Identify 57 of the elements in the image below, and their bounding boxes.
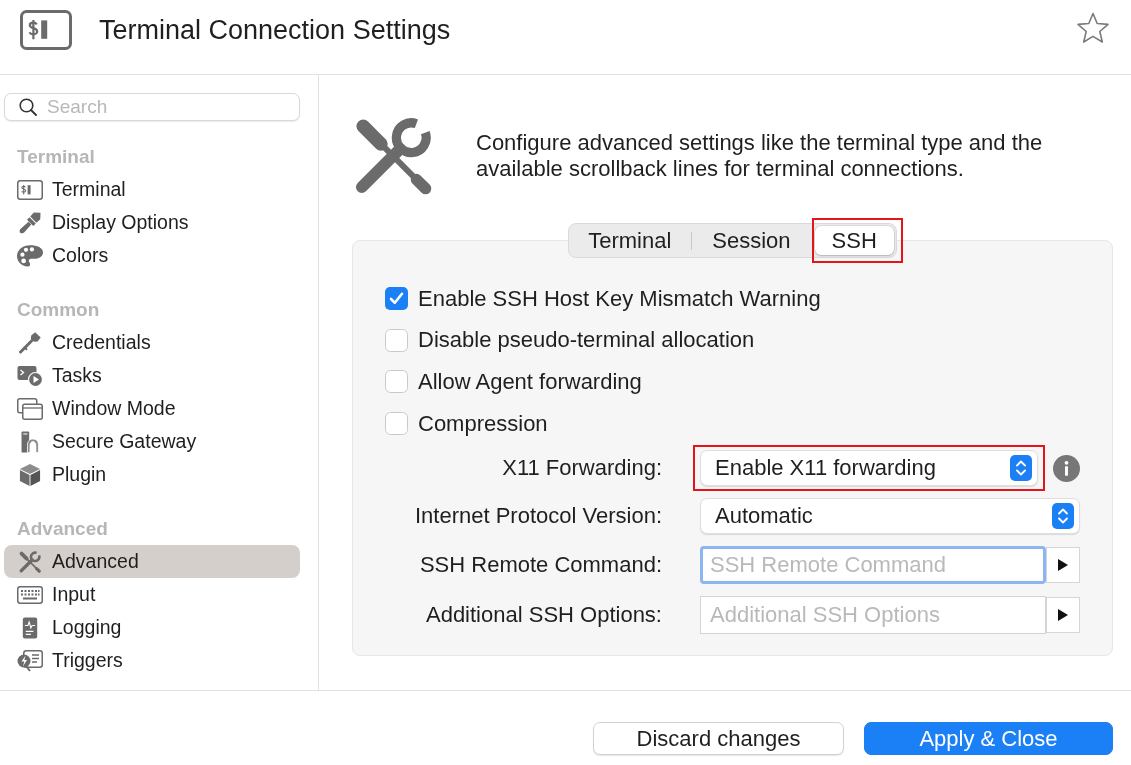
field-label: X11 Forwarding: bbox=[501, 455, 662, 482]
sidebar-item[interactable]: Logging bbox=[4, 611, 300, 644]
info-icon[interactable] bbox=[1053, 454, 1080, 482]
field-label: SSH Remote Command: bbox=[418, 552, 662, 579]
search-icon bbox=[19, 98, 37, 116]
sidebar-item[interactable]: Display Options bbox=[4, 206, 300, 239]
tab[interactable]: Session bbox=[695, 226, 808, 255]
sidebar-item[interactable]: Tasks bbox=[4, 359, 300, 392]
description-text: Configure advanced settings like the terminal type and the available scrollback lines for terminal connections. bbox=[476, 130, 1044, 182]
sidebar-item[interactable]: Advanced bbox=[4, 545, 300, 578]
tools-icon bbox=[17, 550, 43, 573]
field-label: Additional SSH Options: bbox=[424, 602, 662, 629]
window-title: Terminal Connection Settings bbox=[99, 14, 452, 47]
apply-button[interactable]: Apply & Close bbox=[864, 722, 1113, 755]
search-field[interactable]: Search bbox=[4, 93, 300, 121]
palette-icon bbox=[17, 244, 43, 267]
triangle-icon bbox=[1058, 559, 1068, 572]
text-field[interactable]: Additional SSH Options bbox=[700, 596, 1046, 635]
popup-select[interactable]: Automatic bbox=[700, 498, 1080, 535]
window-play-icon bbox=[17, 364, 43, 387]
sidebar-item[interactable]: Terminal bbox=[4, 173, 300, 206]
text-field[interactable]: SSH Remote Command bbox=[700, 546, 1046, 585]
sidebar-item[interactable]: Credentials bbox=[4, 326, 300, 359]
keyboard-icon bbox=[17, 583, 43, 606]
terminal-icon bbox=[17, 178, 43, 201]
lightning-card-icon bbox=[17, 649, 43, 672]
checkbox[interactable] bbox=[385, 328, 408, 352]
checkbox-label: Enable SSH Host Key Mismatch Warning bbox=[418, 285, 821, 312]
checkbox-label: Compression bbox=[418, 410, 548, 437]
sidebar-item[interactable]: Plugin bbox=[4, 458, 300, 491]
section-heading: Common bbox=[16, 298, 101, 322]
sidebar-item[interactable]: Secure Gateway bbox=[4, 425, 300, 458]
terminal-icon bbox=[20, 10, 72, 50]
windows-icon bbox=[17, 397, 43, 420]
field-label: Internet Protocol Version: bbox=[413, 503, 662, 530]
sidebar-item[interactable]: Input bbox=[4, 578, 300, 611]
sidebar-item[interactable]: Colors bbox=[4, 239, 300, 272]
checkbox[interactable] bbox=[385, 370, 408, 394]
up-down-chevron-icon bbox=[1010, 455, 1032, 482]
discard-button[interactable]: Discard changes bbox=[593, 722, 844, 755]
tab[interactable]: Terminal bbox=[571, 226, 689, 255]
triangle-icon bbox=[1058, 609, 1068, 622]
paintbrush-icon bbox=[17, 211, 43, 234]
arrow-button[interactable] bbox=[1046, 547, 1080, 584]
sidebar-item[interactable]: Triggers bbox=[4, 644, 300, 677]
up-down-chevron-icon bbox=[1052, 503, 1074, 530]
checkbox[interactable] bbox=[385, 287, 408, 311]
checkbox-label: Allow Agent forwarding bbox=[418, 369, 642, 395]
section-heading: Advanced bbox=[16, 517, 109, 541]
cube-icon bbox=[17, 463, 43, 486]
section-heading: Terminal bbox=[16, 145, 96, 169]
checkbox-label: Disable pseudo-terminal allocation bbox=[418, 327, 755, 354]
arrow-button[interactable] bbox=[1046, 597, 1080, 634]
star-icon[interactable] bbox=[1076, 12, 1110, 45]
sidebar-item[interactable]: Window Mode bbox=[4, 392, 300, 425]
key-icon bbox=[17, 331, 43, 354]
checkbox[interactable] bbox=[385, 412, 408, 436]
